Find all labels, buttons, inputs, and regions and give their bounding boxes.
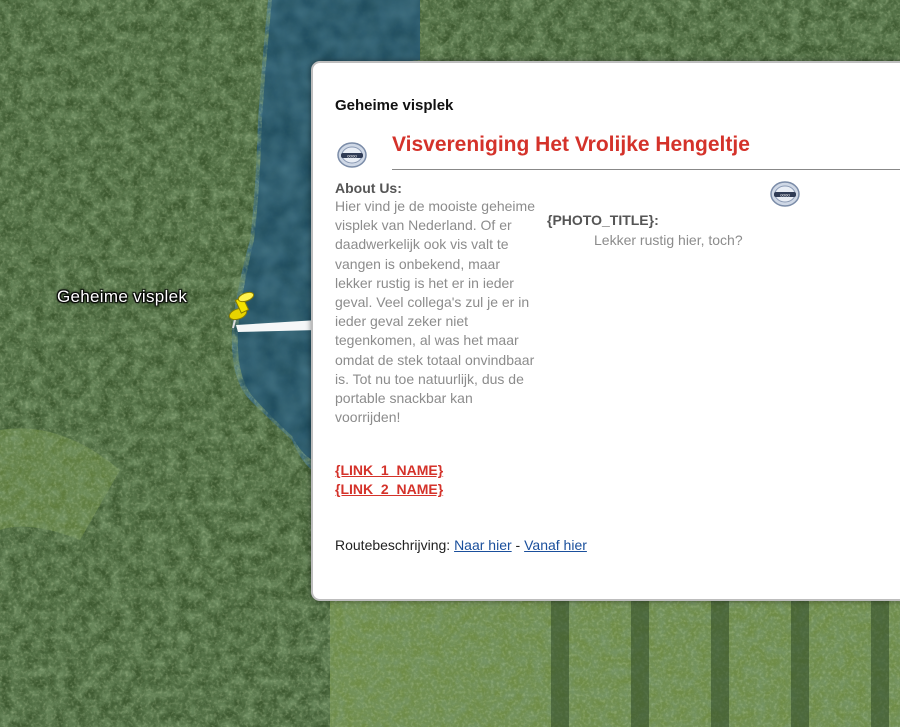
directions-separator: - bbox=[511, 537, 525, 553]
link-list: {LINK_1_NAME} {LINK_2_NAME} bbox=[335, 461, 443, 499]
link-1[interactable]: {LINK_1_NAME} bbox=[335, 461, 443, 480]
svg-text:oooo: oooo bbox=[347, 153, 357, 158]
photo-caption: Lekker rustig hier, toch? bbox=[594, 232, 743, 248]
pushpin-icon[interactable] bbox=[224, 288, 258, 332]
balloon-title: Geheime visplek bbox=[335, 97, 454, 114]
club-logo-icon: oooo bbox=[337, 142, 367, 173]
directions-to-link[interactable]: Naar hier bbox=[454, 537, 512, 553]
divider bbox=[392, 169, 900, 170]
placemark-label[interactable]: Geheime visplek bbox=[57, 287, 187, 307]
directions-from-link[interactable]: Vanaf hier bbox=[524, 537, 587, 553]
photo-logo-icon: oooo bbox=[770, 181, 800, 212]
club-name: Visvereniging Het Vrolijke Hengeltje bbox=[392, 133, 750, 156]
about-text: Hier vind je de mooiste geheime visplek … bbox=[335, 198, 535, 426]
svg-text:oooo: oooo bbox=[780, 192, 790, 197]
link-2[interactable]: {LINK_2_NAME} bbox=[335, 480, 443, 499]
directions-label: Routebeschrijving: bbox=[335, 537, 455, 553]
photo-title: {PHOTO_TITLE}: bbox=[547, 212, 659, 228]
directions: Routebeschrijving: Naar hier - Vanaf hie… bbox=[335, 537, 587, 553]
about-heading: About Us: bbox=[335, 180, 402, 196]
info-balloon: Geheime visplek oooo Visvereniging Het V… bbox=[311, 61, 900, 601]
